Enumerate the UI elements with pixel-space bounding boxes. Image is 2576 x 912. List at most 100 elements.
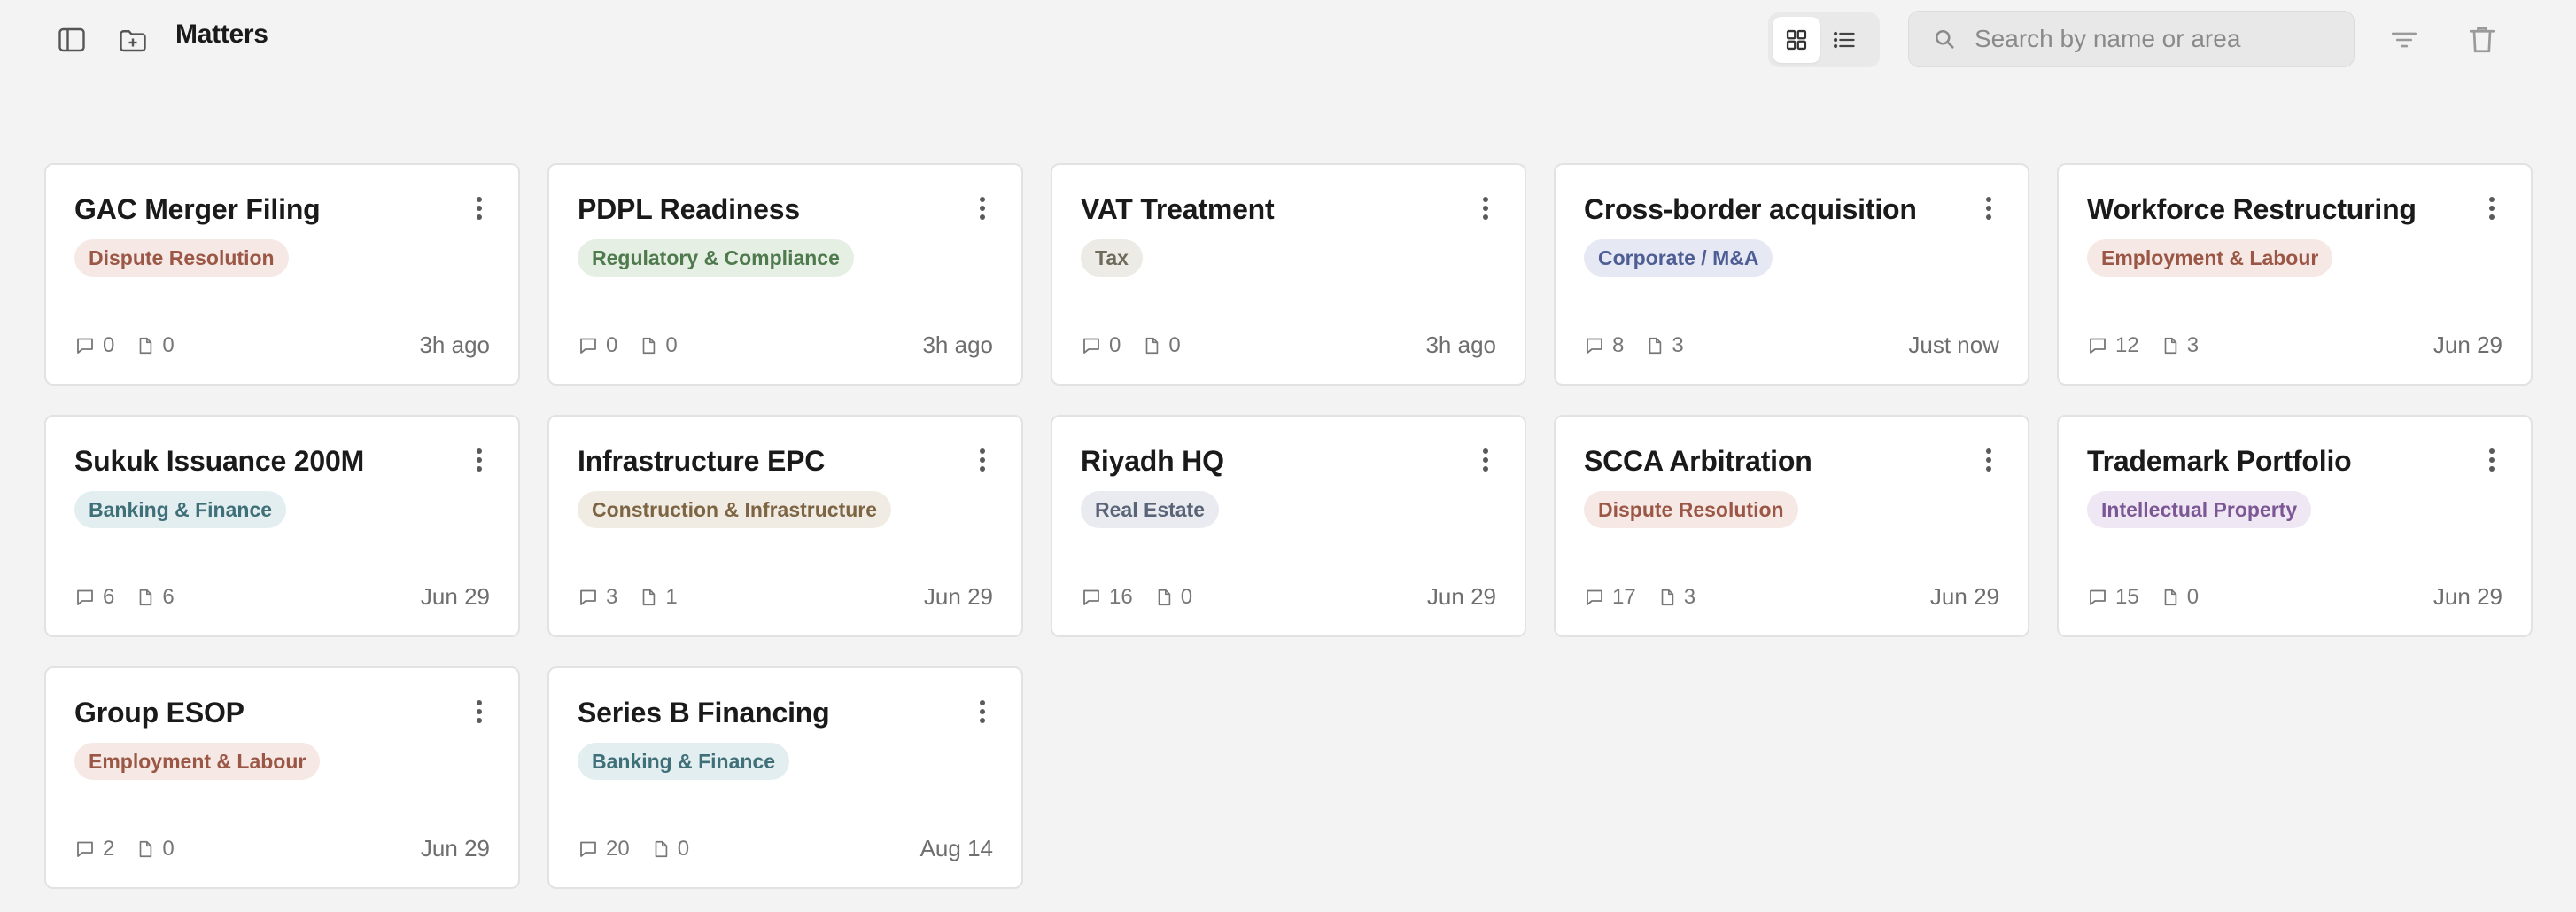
document-icon (140, 840, 152, 857)
practice-area-tag: Employment & Labour (74, 743, 321, 780)
practice-area-tag: Intellectual Property (2087, 491, 2312, 528)
more-vertical-icon[interactable] (470, 698, 488, 725)
comment-icon (77, 589, 93, 605)
comment-count: 20 (578, 837, 630, 861)
updated-time: Just now (1908, 331, 1999, 358)
document-count: 6 (136, 585, 175, 610)
comment-icon (1083, 338, 1099, 354)
more-vertical-icon[interactable] (974, 698, 991, 725)
search-icon (1935, 29, 1954, 49)
document-count: 0 (1142, 332, 1181, 358)
document-icon (1158, 589, 1170, 605)
matter-title: Trademark Portfolio (2087, 445, 2352, 477)
comment-count: 8 (1584, 333, 1624, 358)
comment-count: 17 (1584, 585, 1636, 610)
matter-card[interactable]: Infrastructure EPC Construction & Infras… (547, 415, 1023, 637)
trash-icon[interactable] (2459, 17, 2505, 63)
document-count: 0 (1154, 585, 1192, 610)
more-vertical-icon[interactable] (470, 195, 488, 222)
comment-count: 12 (2087, 333, 2139, 358)
document-count-value: 3 (2186, 332, 2200, 357)
list-view-button[interactable] (1820, 17, 1868, 63)
sidebar-panel-icon[interactable] (49, 17, 95, 63)
matter-title: GAC Merger Filing (74, 193, 321, 225)
comment-count-value: 20 (606, 836, 630, 861)
page-title: Matters (175, 19, 268, 49)
document-count: 0 (651, 837, 689, 861)
list-icon (1833, 31, 1855, 49)
comment-count-value: 8 (1612, 332, 1625, 357)
grid-view-button[interactable] (1773, 17, 1820, 63)
document-icon (1661, 589, 1673, 605)
card-footer: 8 3 Just now (1584, 331, 1999, 359)
more-vertical-icon[interactable] (974, 195, 991, 222)
card-footer: 0 0 3h ago (1081, 331, 1496, 359)
document-count-value: 0 (1180, 584, 1193, 609)
document-count-value: 0 (665, 332, 678, 357)
document-icon (140, 337, 152, 354)
matter-card[interactable]: GAC Merger Filing Dispute Resolution 0 0… (44, 163, 520, 386)
matter-card[interactable]: VAT Treatment Tax 0 0 3h ago (1051, 163, 1526, 386)
updated-time: Jun 29 (420, 583, 490, 610)
practice-area-tag: Real Estate (1081, 491, 1220, 528)
comment-icon (77, 338, 93, 354)
document-count: 3 (2161, 333, 2199, 358)
matter-title: Riyadh HQ (1081, 445, 1224, 477)
search-input[interactable] (1975, 25, 2329, 53)
practice-area-tag: Dispute Resolution (74, 239, 289, 277)
document-count-value: 0 (1168, 332, 1181, 357)
comment-icon (580, 841, 596, 857)
filter-icon[interactable] (2381, 17, 2427, 63)
matter-title: SCCA Arbitration (1584, 445, 1812, 477)
more-vertical-icon[interactable] (1980, 447, 1998, 473)
comment-count: 15 (2087, 585, 2139, 610)
comment-count-value: 16 (1109, 584, 1133, 609)
more-vertical-icon[interactable] (1477, 447, 1494, 473)
comment-count: 6 (74, 585, 114, 610)
matter-card[interactable]: Workforce Restructuring Employment & Lab… (2057, 163, 2533, 386)
more-vertical-icon[interactable] (2483, 447, 2501, 473)
updated-time: Jun 29 (1426, 583, 1496, 610)
more-vertical-icon[interactable] (2483, 195, 2501, 222)
practice-area-tag: Construction & Infrastructure (578, 491, 892, 528)
matter-card[interactable]: PDPL Readiness Regulatory & Compliance 0… (547, 163, 1023, 386)
matter-card[interactable]: Sukuk Issuance 200M Banking & Finance 6 … (44, 415, 520, 637)
folder-plus-icon[interactable] (110, 17, 156, 63)
matter-card[interactable]: Riyadh HQ Real Estate 16 0 Jun 29 (1051, 415, 1526, 637)
document-icon (643, 589, 656, 605)
updated-time: Jun 29 (923, 583, 993, 610)
document-icon (655, 840, 667, 857)
comment-count: 3 (578, 585, 617, 610)
matters-grid: GAC Merger Filing Dispute Resolution 0 0… (44, 163, 2533, 889)
practice-area-tag: Banking & Finance (74, 491, 287, 528)
search-box[interactable] (1908, 11, 2355, 67)
comment-icon (1083, 589, 1099, 605)
matter-card[interactable]: Cross-border acquisition Corporate / M&A… (1554, 163, 2029, 386)
matter-title: Infrastructure EPC (578, 445, 826, 477)
comment-icon (580, 338, 596, 354)
updated-time: 3h ago (922, 331, 993, 358)
updated-time: 3h ago (419, 331, 490, 358)
updated-time: Aug 14 (919, 835, 993, 861)
more-vertical-icon[interactable] (1980, 195, 1998, 222)
document-count-value: 0 (677, 836, 690, 861)
practice-area-tag: Regulatory & Compliance (578, 239, 854, 277)
comment-icon (1587, 589, 1602, 605)
more-vertical-icon[interactable] (1477, 195, 1494, 222)
matter-title: PDPL Readiness (578, 193, 800, 225)
practice-area-tag: Dispute Resolution (1584, 491, 1798, 528)
comment-count: 0 (74, 333, 114, 358)
matter-card[interactable]: Group ESOP Employment & Labour 2 0 Jun 2… (44, 666, 520, 889)
document-count: 1 (639, 585, 678, 610)
comment-icon (580, 589, 596, 605)
matter-card[interactable]: Trademark Portfolio Intellectual Propert… (2057, 415, 2533, 637)
matter-title: Workforce Restructuring (2087, 193, 2417, 225)
more-vertical-icon[interactable] (974, 447, 991, 473)
matter-card[interactable]: SCCA Arbitration Dispute Resolution 17 3… (1554, 415, 2029, 637)
more-vertical-icon[interactable] (470, 447, 488, 473)
matter-title: VAT Treatment (1081, 193, 1275, 225)
matter-title: Sukuk Issuance 200M (74, 445, 365, 477)
grid-icon (1786, 29, 1807, 51)
practice-area-tag: Employment & Labour (2087, 239, 2333, 277)
matter-card[interactable]: Series B Financing Banking & Finance 20 … (547, 666, 1023, 889)
